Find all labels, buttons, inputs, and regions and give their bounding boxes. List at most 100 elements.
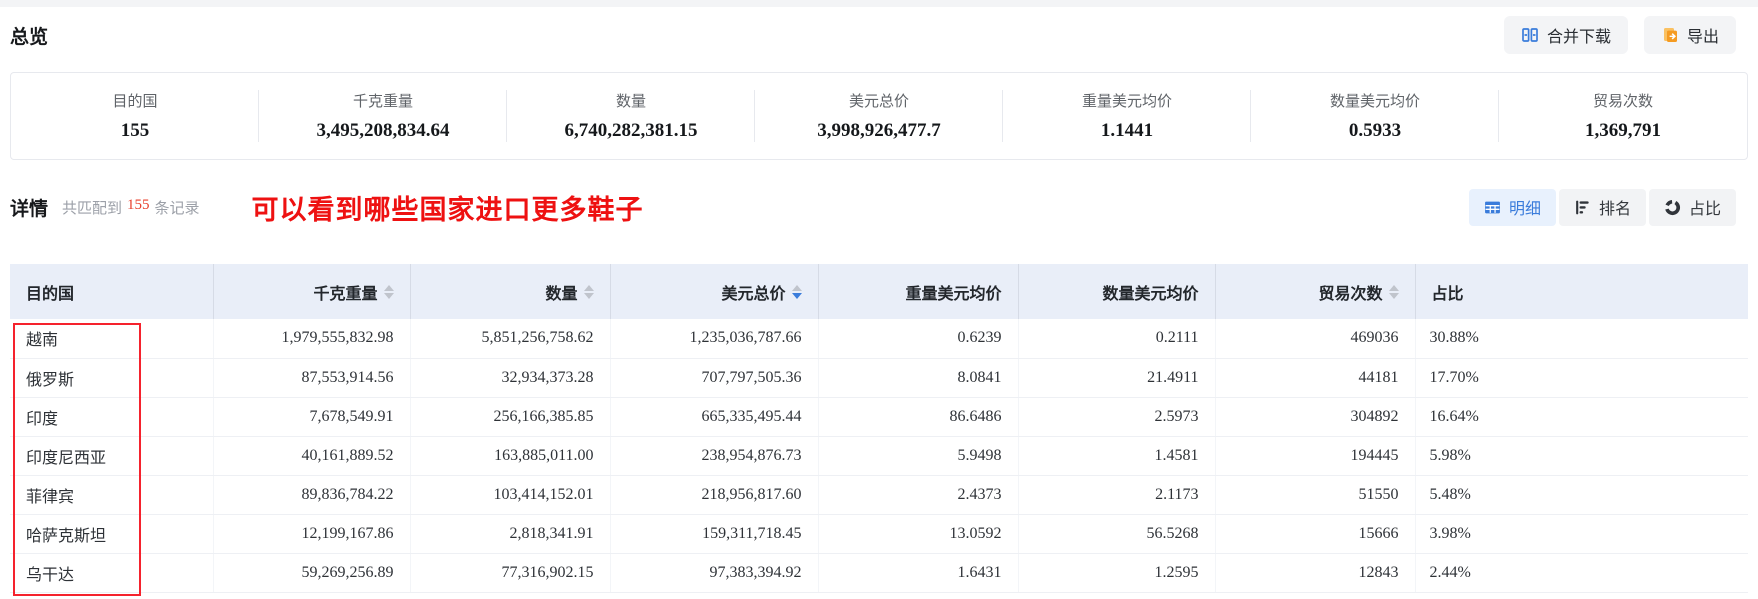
cell-kg-weight: 59,269,256.89 [213,553,411,593]
pie-icon [1664,199,1681,216]
column-label: 美元总价 [721,285,786,303]
cell-usd-total: 707,797,505.36 [610,358,819,398]
tab-label: 明细 [1508,201,1541,218]
cell-usd-total: 159,311,718.45 [610,514,819,554]
stat-value: 1.1441 [1100,120,1154,141]
cell-dest-country: 菲律宾 [10,475,214,515]
cell-qty-usd-avg: 56.5268 [1018,514,1216,554]
cell-quantity: 32,934,373.28 [410,358,611,398]
column-label: 千克重量 [313,285,378,303]
cell-quantity: 5,851,256,758.62 [410,319,611,359]
column-label: 数量 [545,285,578,303]
cell-qty-usd-avg: 21.4911 [1018,358,1216,398]
stat-value: 3,998,926,477.7 [817,120,941,141]
stat-label: 贸易次数 [1592,94,1653,110]
column-header-dest-country: 目的国 [10,264,214,319]
cell-quantity: 256,166,385.85 [410,397,611,437]
table-row: 越南 1,979,555,832.98 5,851,256,758.62 1,235,… [10,319,1748,359]
stat-label: 美元总价 [848,94,909,110]
merge-download-label: 合并下载 [1546,29,1611,46]
column-header-kg-weight[interactable]: 千克重量 [213,264,411,319]
column-header-trade-count[interactable]: 贸易次数 [1215,264,1416,319]
export-label: 导出 [1686,29,1719,46]
stat-value: 0.5933 [1348,120,1402,141]
matched-count: 155 [127,196,150,213]
cell-usd-total: 97,383,394.92 [610,553,819,593]
stat-value: 3,495,208,834.64 [316,120,450,141]
cell-kg-weight: 1,979,555,832.98 [213,319,411,359]
cell-usd-total: 665,335,495.44 [610,397,819,437]
view-tab-rank[interactable]: 排名 [1558,188,1646,226]
cell-trade-count: 15666 [1215,514,1416,554]
tab-label: 占比 [1688,201,1721,218]
column-header-usd-total[interactable]: 美元总价 [610,264,819,319]
column-header-qty-usd-avg: 数量美元均价 [1018,264,1216,319]
merge-download-button[interactable]: 合并下载 [1503,16,1628,54]
cell-weight-usd-avg: 8.0841 [818,358,1019,398]
table-row: 俄罗斯 87,553,914.56 32,934,373.28 707,797,505… [10,358,1748,398]
header-buttons: 合并下载 导出 [1503,16,1736,54]
overview-stats-card: 目的国 155 千克重量 3,495,208,834.64 数量 6,740,282,38… [10,72,1748,160]
cell-weight-usd-avg: 1.6431 [818,553,1019,593]
cell-quantity: 77,316,902.15 [410,553,611,593]
rank-icon [1574,199,1591,216]
sort-caret [1388,284,1399,299]
cell-share: 2.44% [1415,553,1748,593]
details-header: 详情 共匹配到 155 条记录 可以看到哪些国家进口更多鞋子 明细 排名 占比 [10,188,1748,226]
details-table-wrap: 目的国 千克重量 数量 美元总价 重量美元均价 数量美元均价 贸易次数 占比 越南 1,979,… [10,264,1748,596]
cell-qty-usd-avg: 1.2595 [1018,553,1216,593]
cell-dest-country: 哈萨克斯坦 [10,514,214,554]
cell-trade-count: 304892 [1215,397,1416,437]
table-row: 哈萨克斯坦 12,199,167.86 2,818,341.91 159,311,71… [10,514,1748,554]
overview-header: 总览 合并下载 导出 [10,7,1748,54]
details-title: 详情 [10,198,49,220]
column-label: 贸易次数 [1318,285,1383,303]
cell-quantity: 2,818,341.91 [410,514,611,554]
details-header-left: 详情 共匹配到 155 条记录 可以看到哪些国家进口更多鞋子 [10,188,644,227]
table-header-row: 目的国 千克重量 数量 美元总价 重量美元均价 数量美元均价 贸易次数 占比 [10,264,1748,319]
column-label: 数量美元均价 [1102,285,1199,303]
stat-label: 千克重量 [352,94,413,110]
table-icon [1484,199,1501,216]
cell-trade-count: 469036 [1215,319,1416,359]
view-tab-share[interactable]: 占比 [1648,188,1736,226]
cell-trade-count: 44181 [1215,358,1416,398]
cell-trade-count: 194445 [1215,436,1416,476]
stat-value: 1,369,791 [1585,120,1661,141]
cell-qty-usd-avg: 2.1173 [1018,475,1216,515]
stat-cell-dest-country-count: 目的国 155 [11,90,259,142]
stat-label: 目的国 [112,94,158,110]
cell-qty-usd-avg: 0.2111 [1018,319,1216,359]
sort-caret [791,284,802,299]
cell-qty-usd-avg: 1.4581 [1018,436,1216,476]
matched-suffix: 条记录 [154,200,200,217]
export-button[interactable]: 导出 [1643,16,1736,54]
stat-cell-quantity: 数量 6,740,282,381.15 [507,90,755,142]
cell-usd-total: 218,956,817.60 [610,475,819,515]
cell-weight-usd-avg: 13.0592 [818,514,1019,554]
cell-kg-weight: 87,553,914.56 [213,358,411,398]
cell-dest-country: 越南 [10,319,214,359]
page: 总览 合并下载 导出 目的国 155 千克重量 3,495,208,834.64 数量 6… [0,0,1758,596]
cell-kg-weight: 7,678,549.91 [213,397,411,437]
cell-kg-weight: 12,199,167.86 [213,514,411,554]
merge-icon [1521,26,1539,44]
cell-weight-usd-avg: 5.9498 [818,436,1019,476]
stat-cell-kg-weight: 千克重量 3,495,208,834.64 [259,90,507,142]
column-header-quantity[interactable]: 数量 [410,264,611,319]
cell-usd-total: 1,235,036,787.66 [610,319,819,359]
view-tab-detail[interactable]: 明细 [1468,188,1556,226]
tab-label: 排名 [1598,201,1631,218]
column-label: 占比 [1431,285,1464,303]
cell-share: 3.98% [1415,514,1748,554]
stat-label: 数量 [615,94,646,110]
stat-value: 155 [120,120,150,141]
table-row: 乌干达 59,269,256.89 77,316,902.15 97,383,394.… [10,553,1748,593]
cell-dest-country: 俄罗斯 [10,358,214,398]
column-header-share: 占比 [1415,264,1748,319]
cell-share: 30.88% [1415,319,1748,359]
cell-trade-count: 12843 [1215,553,1416,593]
cell-quantity: 103,414,152.01 [410,475,611,515]
stat-cell-usd-total: 美元总价 3,998,926,477.7 [755,90,1003,142]
sort-caret [383,284,394,299]
